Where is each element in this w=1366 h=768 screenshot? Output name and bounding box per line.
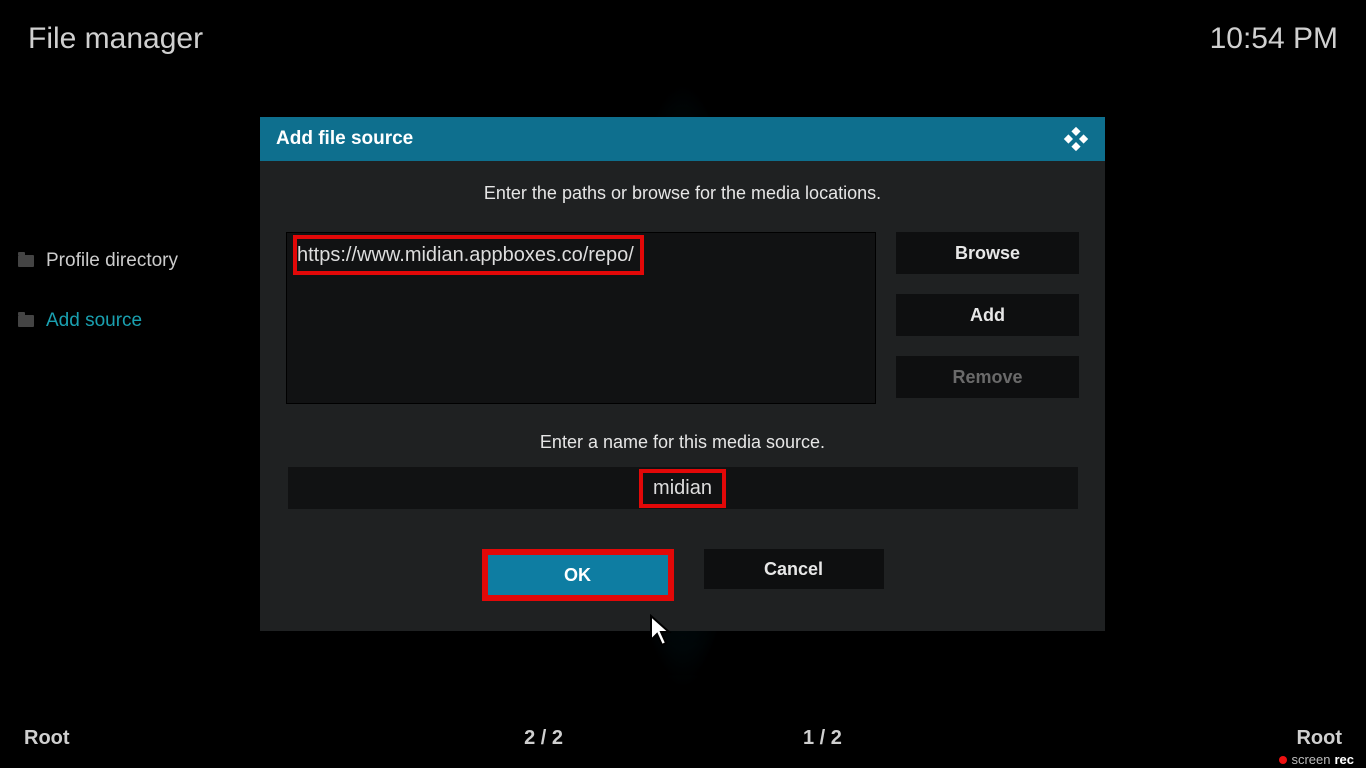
kodi-logo-icon — [1063, 126, 1089, 152]
folder-icon — [18, 255, 34, 267]
path-value: https://www.midian.appboxes.co/repo/ — [297, 244, 634, 266]
left-root-label: Root — [24, 727, 70, 750]
ok-button[interactable]: OK — [488, 555, 668, 595]
paths-list[interactable]: https://www.midian.appboxes.co/repo/ — [286, 232, 876, 404]
dialog-header: Add file source — [260, 117, 1105, 161]
add-file-source-dialog: Add file source Enter the paths or brows… — [260, 117, 1105, 631]
browse-button[interactable]: Browse — [896, 232, 1079, 274]
sidebar-item-profile-directory[interactable]: Profile directory — [18, 246, 178, 276]
add-button[interactable]: Add — [896, 294, 1079, 336]
sidebar-item-add-source[interactable]: Add source — [18, 306, 178, 336]
source-name-input[interactable]: midian — [288, 467, 1078, 509]
right-root-label: Root — [1296, 727, 1342, 750]
sidebar-item-label: Add source — [46, 310, 142, 332]
left-count: 2 / 2 — [524, 727, 563, 750]
remove-button: Remove — [896, 356, 1079, 398]
sidebar: Profile directory Add source — [18, 246, 178, 366]
name-prompt: Enter a name for this media source. — [286, 432, 1079, 453]
right-count: 1 / 2 — [803, 727, 842, 750]
folder-icon — [18, 315, 34, 327]
screenrec-watermark: screenrec — [1275, 751, 1358, 768]
cancel-button[interactable]: Cancel — [704, 549, 884, 589]
dialog-title: Add file source — [276, 128, 413, 150]
page-title: File manager — [28, 22, 203, 56]
clock: 10:54 PM — [1210, 22, 1338, 56]
bottombar: Root 2 / 2 1 / 2 Root — [24, 727, 1342, 750]
sidebar-item-label: Profile directory — [46, 250, 178, 272]
record-dot-icon — [1279, 756, 1287, 764]
source-name-value: midian — [653, 477, 712, 499]
paths-prompt: Enter the paths or browse for the media … — [286, 183, 1079, 204]
path-entry[interactable]: https://www.midian.appboxes.co/repo/ — [287, 233, 875, 277]
topbar: File manager 10:54 PM — [28, 22, 1338, 56]
